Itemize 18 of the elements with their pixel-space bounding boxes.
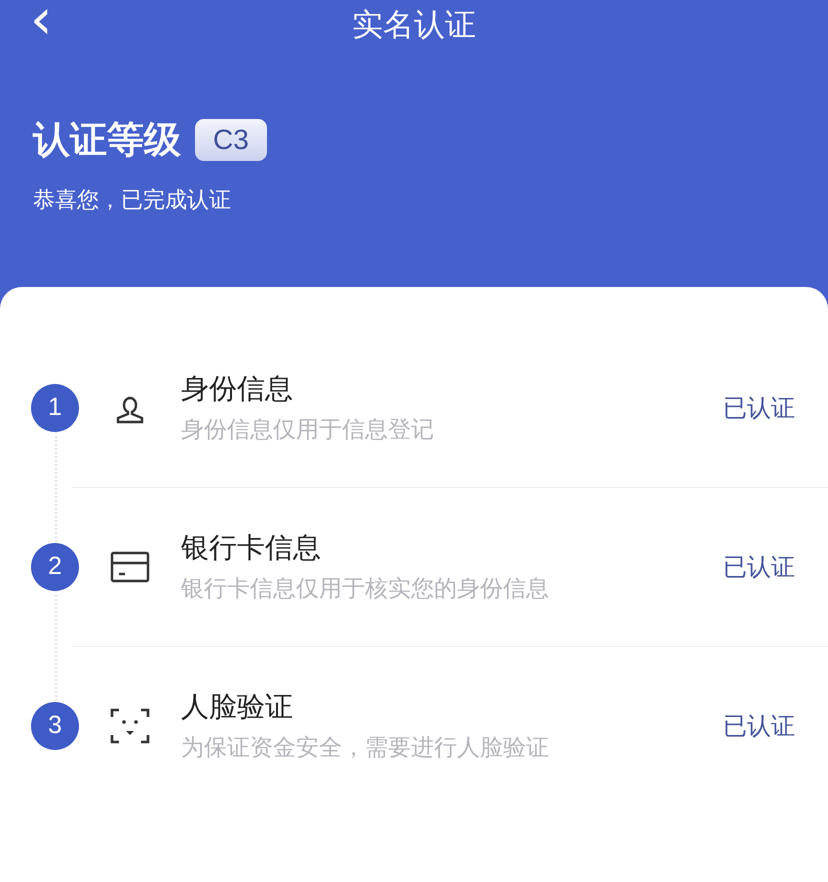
face-scan-icon <box>110 706 150 746</box>
step-status[interactable]: 已认证 <box>723 392 795 424</box>
step-status[interactable]: 已认证 <box>723 710 795 742</box>
step-number: 3 <box>31 702 79 750</box>
status-message: 恭喜您，已完成认证 <box>33 187 232 215</box>
page-title: 实名认证 <box>352 6 476 45</box>
back-button[interactable]: ‹ <box>30 0 52 48</box>
step-number: 2 <box>31 542 79 590</box>
level-label: 认证等级 <box>33 117 181 163</box>
step-number: 1 <box>31 384 79 432</box>
step-title: 银行卡信息 <box>181 530 322 566</box>
level-badge: C3 <box>195 119 267 161</box>
step-description: 身份信息仅用于信息登记 <box>181 416 435 444</box>
step-status[interactable]: 已认证 <box>723 550 795 582</box>
step-title: 身份信息 <box>181 370 294 406</box>
step-description: 银行卡信息仅用于核实您的身份信息 <box>181 574 550 604</box>
step-title: 人脸验证 <box>181 688 294 724</box>
step-description: 为保证资金安全，需要进行人脸验证 <box>181 734 550 762</box>
